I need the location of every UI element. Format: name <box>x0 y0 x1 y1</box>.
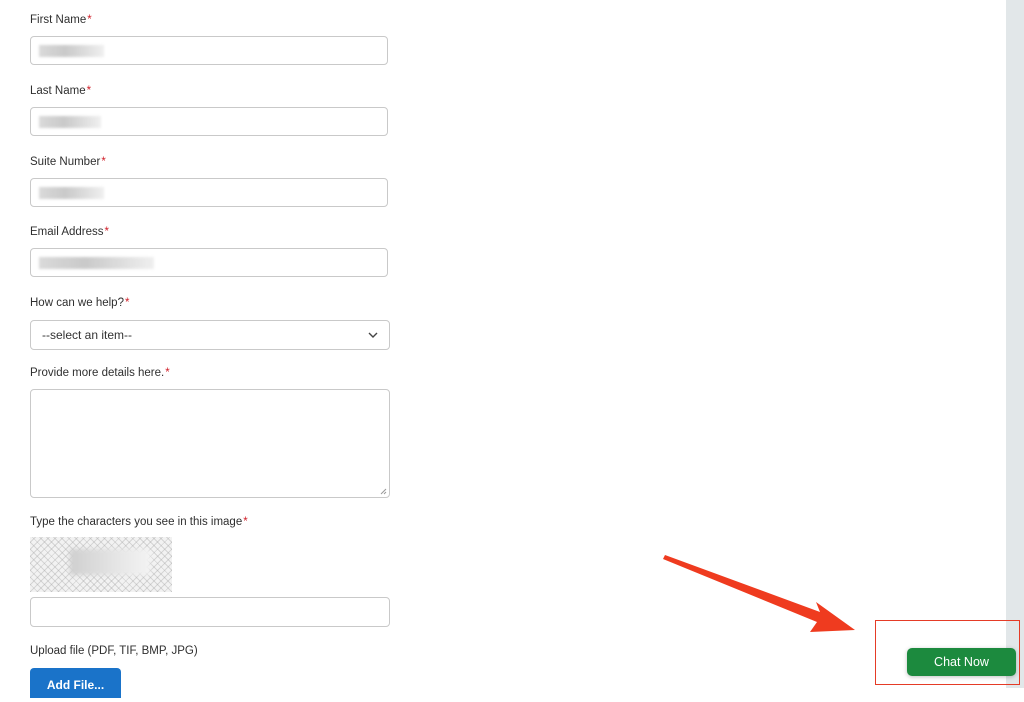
first-name-label: First Name* <box>30 14 92 26</box>
redacted-value <box>39 257 154 269</box>
required-marker: * <box>86 85 92 97</box>
resize-handle-icon[interactable] <box>380 488 387 495</box>
redacted-value <box>39 45 104 57</box>
last-name-input[interactable] <box>30 107 388 136</box>
details-label-text: Provide more details here. <box>30 367 165 379</box>
email-label: Email Address* <box>30 226 109 238</box>
required-marker: * <box>104 226 109 238</box>
suite-number-label: Suite Number* <box>30 156 106 168</box>
redacted-value <box>39 116 101 128</box>
help-topic-select[interactable]: --select an item-- <box>30 320 390 350</box>
details-textarea[interactable] <box>30 389 390 498</box>
required-marker: * <box>243 516 248 528</box>
help-topic-selected: --select an item-- <box>42 328 133 342</box>
first-name-label-text: First Name <box>30 14 87 26</box>
help-topic-label-text: How can we help? <box>30 297 124 309</box>
captcha-label-text: Type the characters you see in this imag… <box>30 516 243 528</box>
last-name-label: Last Name* <box>30 85 91 97</box>
required-marker: * <box>124 297 130 309</box>
arrow-pointer-icon <box>663 555 855 632</box>
captcha-image <box>30 537 172 592</box>
captcha-input[interactable] <box>30 597 390 627</box>
suite-number-input[interactable] <box>30 178 388 207</box>
chevron-down-icon <box>368 332 378 338</box>
help-topic-label: How can we help?* <box>30 297 129 309</box>
chat-now-button[interactable]: Chat Now <box>907 648 1016 676</box>
required-marker: * <box>101 156 106 168</box>
add-file-button[interactable]: Add File... <box>30 668 121 698</box>
first-name-input[interactable] <box>30 36 388 65</box>
redacted-captcha <box>70 549 150 575</box>
details-label: Provide more details here.* <box>30 367 170 379</box>
email-label-text: Email Address <box>30 226 104 238</box>
scrollbar-track[interactable] <box>1006 0 1024 688</box>
redacted-value <box>39 187 104 199</box>
email-input[interactable] <box>30 248 388 277</box>
captcha-label: Type the characters you see in this imag… <box>30 516 248 528</box>
upload-label: Upload file (PDF, TIF, BMP, JPG) <box>30 645 198 657</box>
required-marker: * <box>87 14 92 26</box>
last-name-label-text: Last Name <box>30 85 86 97</box>
required-marker: * <box>165 367 170 379</box>
suite-number-label-text: Suite Number <box>30 156 101 168</box>
